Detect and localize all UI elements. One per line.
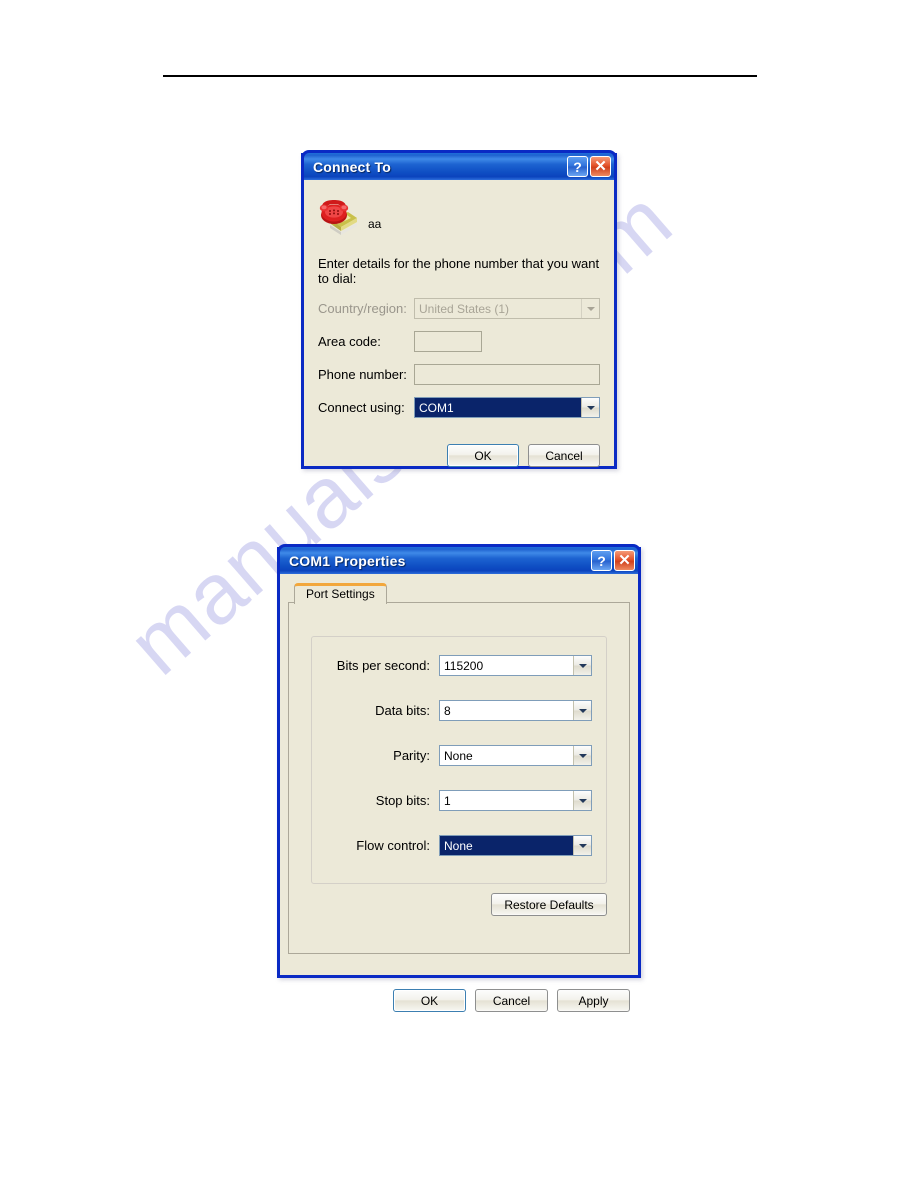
flow-control-label: Flow control: <box>356 838 430 853</box>
parity-value: None <box>444 748 473 763</box>
connection-name: aa <box>368 217 382 231</box>
connect-to-dialog: Connect To ? ✕ aa Enter details for the … <box>301 150 617 469</box>
cancel-button[interactable]: Cancel <box>528 444 600 467</box>
port-settings-groupbox: Bits per second: 115200 Data bits: 8 Par… <box>311 636 607 884</box>
data-bits-label: Data bits: <box>375 703 430 718</box>
ok-button[interactable]: OK <box>393 989 466 1012</box>
connect-to-title: Connect To <box>313 158 391 175</box>
bits-per-second-value: 115200 <box>444 658 484 673</box>
flow-control-value: None <box>440 836 573 855</box>
connect-using-value: COM1 <box>415 398 581 417</box>
chevron-down-icon[interactable] <box>573 791 591 810</box>
chevron-down-icon[interactable] <box>581 299 599 318</box>
phone-number-label: Phone number: <box>318 367 407 382</box>
chevron-down-icon[interactable] <box>573 836 591 855</box>
parity-combo[interactable]: None <box>439 745 592 766</box>
connect-using-row: Connect using: COM1 <box>318 397 600 418</box>
stop-bits-row: Stop bits: 1 <box>320 790 592 811</box>
country-region-combo[interactable]: United States (1) <box>414 298 600 319</box>
data-bits-row: Data bits: 8 <box>320 700 592 721</box>
chevron-down-icon[interactable] <box>573 656 591 675</box>
phone-number-input[interactable] <box>414 364 600 385</box>
chevron-down-icon[interactable] <box>573 746 591 765</box>
bits-per-second-combo[interactable]: 115200 <box>439 655 592 676</box>
page-header-rule <box>163 75 757 77</box>
stop-bits-value: 1 <box>444 793 451 808</box>
restore-defaults-button[interactable]: Restore Defaults <box>491 893 607 916</box>
area-code-input[interactable] <box>414 331 482 352</box>
connect-to-body: aa Enter details for the phone number th… <box>304 180 614 507</box>
area-code-label: Area code: <box>318 334 381 349</box>
port-settings-tabpage: Bits per second: 115200 Data bits: 8 Par… <box>288 602 630 954</box>
connect-using-combo[interactable]: COM1 <box>414 397 600 418</box>
tabstrip: Port Settings <box>288 582 630 604</box>
connect-using-label: Connect using: <box>318 400 405 415</box>
com1-properties-body: Port Settings Bits per second: 115200 Da… <box>280 574 638 1018</box>
parity-row: Parity: None <box>320 745 592 766</box>
stop-bits-combo[interactable]: 1 <box>439 790 592 811</box>
country-region-value: United States (1) <box>419 301 510 316</box>
connection-header: aa <box>318 194 600 236</box>
ok-button[interactable]: OK <box>447 444 519 467</box>
apply-button[interactable]: Apply <box>557 989 630 1012</box>
chevron-down-icon[interactable] <box>581 398 599 417</box>
data-bits-combo[interactable]: 8 <box>439 700 592 721</box>
restore-defaults-wrap: Restore Defaults <box>491 893 607 916</box>
tab-port-settings[interactable]: Port Settings <box>294 583 387 604</box>
cancel-button[interactable]: Cancel <box>475 989 548 1012</box>
stop-bits-label: Stop bits: <box>375 793 430 808</box>
country-region-label: Country/region: <box>318 301 407 316</box>
connect-to-titlebar-buttons: ? ✕ <box>567 156 611 177</box>
close-icon[interactable]: ✕ <box>614 550 635 571</box>
com1-properties-button-row: OK Cancel Apply <box>288 989 630 1012</box>
chevron-down-icon[interactable] <box>573 701 591 720</box>
parity-label: Parity: <box>393 748 430 763</box>
close-icon[interactable]: ✕ <box>590 156 611 177</box>
connect-to-instruction: Enter details for the phone number that … <box>318 256 600 286</box>
help-icon[interactable]: ? <box>591 550 612 571</box>
area-code-row: Area code: <box>318 331 600 352</box>
bits-per-second-label: Bits per second: <box>336 658 430 673</box>
flow-control-combo[interactable]: None <box>439 835 592 856</box>
com1-properties-titlebar-buttons: ? ✕ <box>591 550 635 571</box>
bits-per-second-row: Bits per second: 115200 <box>320 655 592 676</box>
connect-to-button-row: OK Cancel <box>318 444 600 467</box>
connect-to-titlebar[interactable]: Connect To ? ✕ <box>301 150 617 180</box>
help-icon[interactable]: ? <box>567 156 588 177</box>
com1-properties-dialog: COM1 Properties ? ✕ Port Settings Bits p… <box>277 544 641 1012</box>
phone-number-row: Phone number: <box>318 364 600 385</box>
data-bits-value: 8 <box>444 703 451 718</box>
flow-control-row: Flow control: None <box>320 835 592 856</box>
com1-properties-titlebar[interactable]: COM1 Properties ? ✕ <box>277 544 641 574</box>
com1-properties-title: COM1 Properties <box>289 552 406 569</box>
phone-icon <box>318 198 360 236</box>
country-region-row: Country/region: United States (1) <box>318 298 600 319</box>
